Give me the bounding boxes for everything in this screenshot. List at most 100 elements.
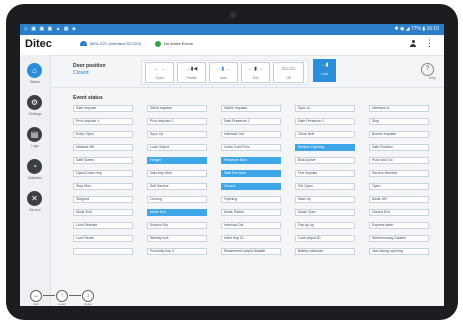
mode-auto-button[interactable]: →▮ ← Auto <box>209 62 238 83</box>
event-indicator: Open/Close Hop <box>73 170 133 177</box>
event-indicator: Express timer <box>369 222 429 229</box>
event-indicator: Sync to... <box>295 105 355 112</box>
home-icon[interactable]: ⌂ <box>27 63 42 78</box>
event-indicator: Mode DIP <box>369 196 429 203</box>
wifi-icon <box>80 41 87 46</box>
gear-icon[interactable]: ⚙ <box>27 95 42 110</box>
event-indicator: Weekly lock <box>147 235 207 242</box>
manual-lower-button[interactable]: ↑ <box>56 290 68 302</box>
event-indicator: Entry Open <box>73 131 133 138</box>
event-indicator: Prox Impulse 1 <box>73 118 133 125</box>
lock-label: Lock <box>320 72 329 76</box>
event-indicator: Mode Open <box>295 209 355 216</box>
mode-exit-icon: ← ▮ → <box>247 66 264 72</box>
mode-open-icon: ← → <box>153 66 166 72</box>
event-indicator: Sustain Dip <box>147 222 207 229</box>
mode-partial-icon: →▮◀ <box>185 66 198 72</box>
event-indicator: Safe Impulse <box>73 105 133 112</box>
event-indicator: Infrared HB <box>73 144 133 151</box>
event-indicator: Stop <box>369 118 429 125</box>
event-indicator: Lock output ID <box>295 235 355 242</box>
wrench-icon[interactable]: ✕ <box>27 191 42 206</box>
event-indicator: Interlock Out <box>221 131 281 138</box>
event-indicator: Prox Impulse 2 <box>147 118 207 125</box>
arrow-connector <box>43 295 55 296</box>
alarm-status-text: No Active Errors <box>164 41 193 46</box>
mode-off-button[interactable]: ▭▭▭ Off <box>273 62 304 83</box>
event-indicator: Retainment output Disable <box>221 248 281 255</box>
event-indicator: Lock Reset <box>73 235 133 242</box>
event-indicator: Silent Impulse <box>147 105 207 112</box>
info-icon[interactable]: ? <box>421 63 434 76</box>
ditec-logo: Ditec <box>25 38 52 50</box>
mode-partial-label: Partial <box>186 76 197 80</box>
event-indicator: Mode Exit <box>147 209 207 216</box>
event-indicator: Lock Release <box>73 222 133 229</box>
event-indicator: Pay Ap up <box>295 222 355 229</box>
manual-exit-button[interactable]: ↔ <box>30 290 42 302</box>
event-indicator: Buzzer Impulse <box>369 131 429 138</box>
event-status-title: Event status <box>73 95 103 101</box>
event-indicator: Closing <box>147 196 207 203</box>
event-indicator: Interface to <box>369 105 429 112</box>
mode-off-icon: ▭▭▭ <box>281 66 296 72</box>
lock-icon: →▮ <box>320 62 329 68</box>
status-icons-right: ✱ ◉ ◢ 77% ▮ 16:15 <box>394 26 439 32</box>
arrow-connector <box>69 295 81 296</box>
event-indicator: Freight <box>147 157 207 164</box>
sidebar-item-service-label: Service <box>29 208 41 212</box>
tablet-frame: ◇ ▣ ▣ ▣ ▲ ▦ ◈ ✱ ◉ ◢ 77% ▮ 16:15 Ditec MK… <box>6 4 458 320</box>
user-icon[interactable] <box>410 40 416 47</box>
event-indicator: Closed <box>221 183 281 190</box>
event-indicator: Lock Output <box>147 144 207 151</box>
event-indicator: Reduce Opening <box>295 144 355 151</box>
event-indicator: Closed Exit <box>369 209 429 216</box>
document-icon[interactable]: ▤ <box>27 127 42 142</box>
sidebar-item-settings-label: Settings <box>28 112 42 116</box>
camera-dot <box>230 12 236 18</box>
more-vertical-icon[interactable]: ⋮ <box>425 39 434 48</box>
android-status-bar: ◇ ▣ ▣ ▣ ▲ ▦ ◈ ✱ ◉ ◢ 77% ▮ 16:15 <box>20 24 444 35</box>
mode-open-button[interactable]: ← → Open <box>145 62 174 83</box>
door-position-value: Closed <box>73 70 89 76</box>
mode-auto-label: Auto <box>219 76 228 80</box>
manual-lower-label: Lower <box>57 302 67 306</box>
event-indicator: Presence Mon <box>221 157 281 164</box>
operating-mode-group: ← → Open →▮◀ Partial →▮ ← Auto ← ▮ → Exi… <box>141 60 309 85</box>
event-indicator: Pet Open <box>295 183 355 190</box>
mode-partial-button[interactable]: →▮◀ Partial <box>177 62 206 83</box>
manual-controls: ↔ Exit ↑ Lower ↓ Upper <box>30 290 140 306</box>
event-indicator: Interl Hop ID <box>221 235 281 242</box>
manual-upper-button[interactable]: ↓ <box>82 290 94 302</box>
mode-open-label: Open <box>155 76 164 80</box>
screen: ◇ ▣ ▣ ▣ ▲ ▦ ◈ ✱ ◉ ◢ 77% ▮ 16:15 Ditec MK… <box>20 24 444 306</box>
main-panel: Door position Closed ← → Open →▮◀ Partia… <box>51 55 444 306</box>
app-header: Ditec MKA-C21 (Interface:DC2D3) No Activ… <box>20 35 444 56</box>
sidebar: ⌂ Status ⚙ Settings ▤ Logs ◔ Statistics … <box>20 55 51 306</box>
event-indicator: Open <box>369 183 429 190</box>
door-position-title: Door position <box>73 63 106 69</box>
connection-label: MKA-C21 (Interface:DC2D3) <box>90 41 141 46</box>
event-indicator: Safe Position <box>369 144 429 151</box>
mode-exit-label: Exit <box>252 76 259 80</box>
chart-icon[interactable]: ◔ <box>27 159 42 174</box>
event-indicator: Push And Go <box>369 157 429 164</box>
lock-button[interactable]: →▮ Lock <box>313 59 336 82</box>
event-indicator: Stable Impulse <box>221 105 281 112</box>
event-indicator: Brak Active <box>295 157 355 164</box>
manual-exit-label: Exit <box>33 302 39 306</box>
event-indicator: Stop Mon <box>73 183 133 190</box>
event-indicator: Fire Impulse <box>295 170 355 177</box>
event-indicator: Weekmonday Disable <box>369 235 429 242</box>
event-indicator: Safe Presence 2 <box>295 118 355 125</box>
event-indicator <box>73 248 133 255</box>
mode-auto-icon: →▮ ← <box>216 66 231 72</box>
help-label: Help <box>428 76 436 80</box>
event-indicator: Self Service <box>147 183 207 190</box>
event-indicator: Battery takeover <box>295 248 355 255</box>
event-indicator: Start Up <box>295 196 355 203</box>
event-indicator: Close limit <box>295 131 355 138</box>
mode-exit-button[interactable]: ← ▮ → Exit <box>241 62 270 83</box>
event-indicator: Safe Pos Mon <box>221 170 281 177</box>
event-indicator: Interlock Dis <box>221 222 281 229</box>
